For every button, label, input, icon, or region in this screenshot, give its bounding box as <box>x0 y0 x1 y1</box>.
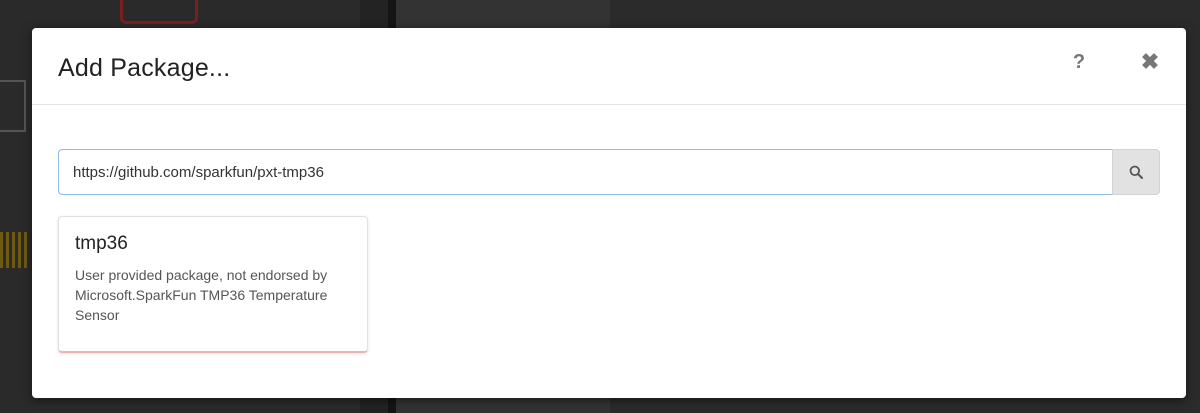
search-icon <box>1129 165 1143 179</box>
close-button[interactable]: ✖ <box>1136 48 1164 76</box>
help-icon: ? <box>1072 50 1086 73</box>
search-button[interactable] <box>1112 149 1160 195</box>
background-frame <box>0 80 26 132</box>
dialog-title: Add Package... <box>58 54 231 82</box>
close-icon: ✖ <box>1140 49 1160 74</box>
dialog-header: Add Package... ? ✖ <box>32 28 1186 105</box>
package-card-tmp36[interactable]: tmp36 User provided package, not endorse… <box>58 216 368 353</box>
add-package-dialog: Add Package... ? ✖ tmp36 User provided p… <box>32 28 1186 398</box>
help-button[interactable]: ? <box>1065 48 1093 76</box>
package-description: User provided package, not endorsed by M… <box>75 267 328 323</box>
package-name: tmp36 <box>75 233 128 254</box>
background-yellow-stripe <box>0 232 30 268</box>
search-row <box>58 149 1160 195</box>
search-input[interactable] <box>58 149 1112 195</box>
background-red-outline <box>120 0 198 24</box>
